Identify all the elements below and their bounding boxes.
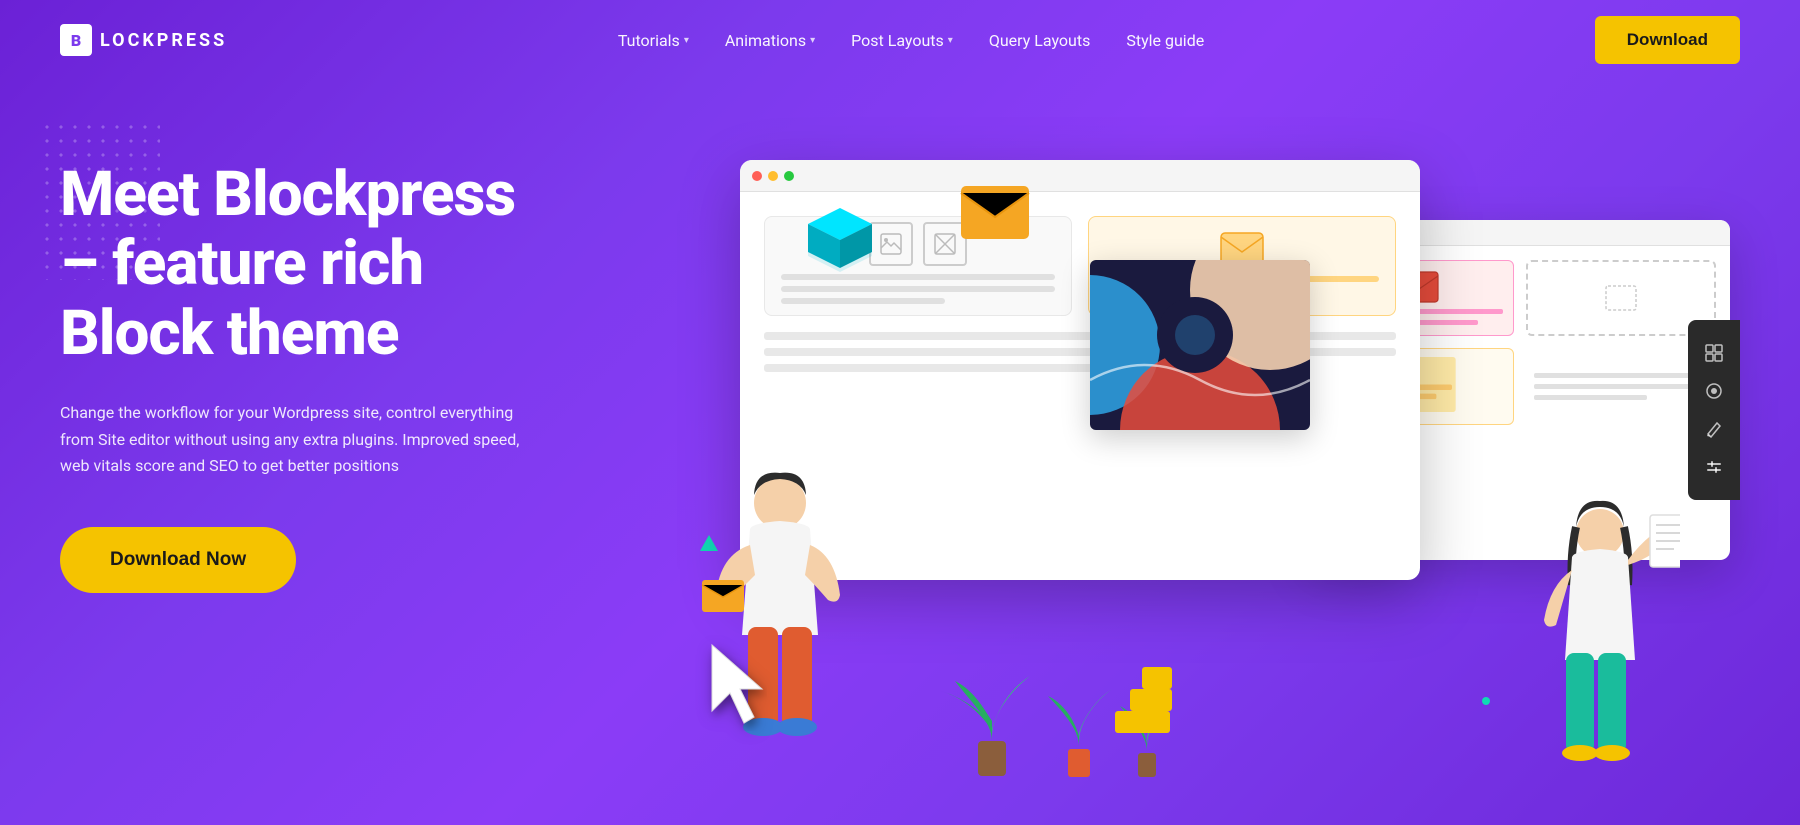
- toolbar-pen-icon: [1703, 418, 1725, 440]
- hero-title: Meet Blockpress – feature rich Block the…: [60, 160, 620, 368]
- wp-toolbar-decoration: [1688, 320, 1740, 500]
- nav-download-button[interactable]: Download: [1595, 16, 1740, 64]
- nav-item-tutorials[interactable]: Tutorials ▾: [618, 31, 689, 50]
- nav-item-query-layouts[interactable]: Query Layouts: [989, 31, 1091, 50]
- chevron-down-icon: ▾: [684, 35, 689, 46]
- toolbar-circle-icon: [1703, 380, 1725, 402]
- hero-download-button[interactable]: Download Now: [60, 527, 296, 593]
- browser-minimize-dot: [768, 171, 778, 181]
- floating-envelope: [960, 185, 1030, 244]
- nav-links: Tutorials ▾ Animations ▾ Post Layouts ▾ …: [618, 31, 1204, 50]
- navbar: B LOCKPRESS Tutorials ▾ Animations ▾ Pos…: [0, 0, 1800, 80]
- browser-maximize-dot: [784, 171, 794, 181]
- plants-decoration: [920, 581, 1200, 785]
- toolbar-move-icon: [1703, 342, 1725, 364]
- chevron-down-icon: ▾: [810, 35, 815, 46]
- nav-item-post-layouts[interactable]: Post Layouts ▾: [851, 31, 953, 50]
- person-left-illustration: [700, 465, 860, 785]
- logo-text: LOCKPRESS: [100, 30, 227, 51]
- nav-item-style-guide[interactable]: Style guide: [1126, 31, 1204, 50]
- abstract-art-decoration: [1090, 260, 1310, 430]
- browser-bar: [740, 160, 1420, 192]
- nav-item-animations[interactable]: Animations ▾: [725, 31, 815, 50]
- browser-close-dot: [752, 171, 762, 181]
- 3d-cube-decoration: [800, 200, 880, 280]
- hero-section: Meet Blockpress – feature rich Block the…: [0, 80, 1800, 825]
- person-right-illustration: [1520, 495, 1680, 805]
- hero-illustration: [620, 140, 1740, 825]
- chevron-down-icon: ▾: [948, 35, 953, 46]
- logo-icon: B: [60, 24, 92, 56]
- accent-dot-teal-2: [1482, 697, 1490, 705]
- toolbar-settings-icon: [1703, 456, 1725, 478]
- hero-content: Meet Blockpress – feature rich Block the…: [60, 140, 620, 593]
- cursor-decoration: [700, 641, 780, 735]
- logo-link[interactable]: B LOCKPRESS: [60, 24, 227, 56]
- hero-description: Change the workflow for your Wordpress s…: [60, 400, 520, 479]
